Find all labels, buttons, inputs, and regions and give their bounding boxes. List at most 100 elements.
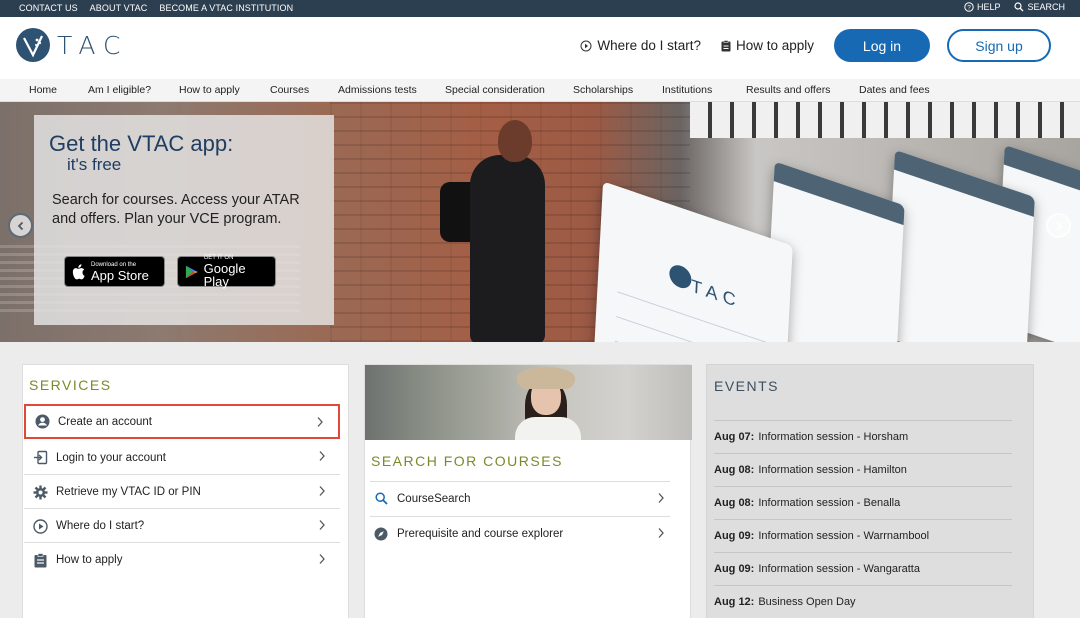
chevron-right-icon — [319, 486, 325, 496]
event-date: Aug 07: — [714, 431, 755, 443]
chevron-right-icon — [1056, 221, 1062, 230]
user-circle-icon — [34, 414, 50, 430]
events-card: EVENTS Aug 07: Information session - Hors… — [706, 364, 1034, 618]
nav-institutions[interactable]: Institutions — [662, 84, 712, 96]
clipboard-icon — [32, 552, 48, 568]
create-account-label: Create an account — [58, 415, 152, 428]
search-label: SEARCH — [1027, 2, 1065, 12]
event-text: Information session - Wangaratta — [758, 563, 920, 575]
login-account-item[interactable]: Login to your account — [24, 440, 340, 475]
search-courses-title: SEARCH FOR COURSES — [371, 453, 563, 469]
search-courses-card: SEARCH FOR COURSES CourseSearch Prerequi… — [364, 364, 692, 618]
nav-am-i-eligible[interactable]: Am I eligible? — [88, 84, 151, 96]
promo-title: Get the VTAC app: — [49, 131, 234, 156]
event-text: Information session - Warrnambool — [758, 530, 930, 542]
event-item[interactable]: Aug 09: Information session - Wangaratta — [714, 552, 1012, 585]
event-date: Aug 09: — [714, 530, 755, 542]
event-item[interactable]: Aug 08: Information session - Benalla — [714, 486, 1012, 519]
event-item[interactable]: Aug 09: Information session - Warrnambool — [714, 519, 1012, 552]
create-account-item[interactable]: Create an account — [24, 404, 340, 439]
become-institution-link[interactable]: BECOME A VTAC INSTITUTION — [159, 3, 293, 13]
signup-button[interactable]: Sign up — [947, 29, 1051, 62]
utility-links: CONTACT US ABOUT VTAC BECOME A VTAC INST… — [19, 3, 293, 13]
how-apply-item[interactable]: How to apply — [24, 542, 340, 577]
search-link[interactable]: SEARCH — [1014, 2, 1065, 12]
how-to-apply-link[interactable]: How to apply — [721, 38, 814, 53]
student-photo — [365, 365, 692, 440]
google-play-button[interactable]: GET IT ON Google Play — [177, 255, 276, 289]
retrieve-id-item[interactable]: Retrieve my VTAC ID or PIN — [24, 474, 340, 509]
contact-us-link[interactable]: CONTACT US — [19, 3, 78, 13]
events-title: EVENTS — [714, 378, 780, 394]
chevron-right-icon — [319, 451, 325, 461]
carousel-prev-button[interactable] — [8, 213, 33, 238]
event-text: Business Open Day — [758, 596, 856, 608]
event-item[interactable]: Aug 12: Business Open Day — [714, 585, 1012, 618]
nav-how-to-apply[interactable]: How to apply — [179, 84, 240, 96]
chevron-right-icon — [319, 520, 325, 530]
clipboard-icon — [721, 39, 731, 51]
gear-icon — [32, 484, 48, 500]
login-account-label: Login to your account — [56, 451, 166, 464]
google-play-icon — [185, 265, 198, 278]
app-store-label: App Store — [91, 267, 149, 283]
prerequisite-explorer-item[interactable]: Prerequisite and course explorer — [370, 516, 670, 550]
coursesearch-item[interactable]: CourseSearch — [370, 481, 670, 515]
nav-dates-fees[interactable]: Dates and fees — [859, 84, 930, 96]
app-promo-panel: Get the VTAC app: it's free Search for c… — [34, 115, 334, 325]
nav-admissions-tests[interactable]: Admissions tests — [338, 84, 417, 96]
play-circle-icon — [580, 40, 592, 51]
chevron-right-icon — [317, 417, 323, 427]
google-play-label: Google Play — [203, 261, 246, 289]
how-to-apply-label: How to apply — [735, 38, 814, 53]
retrieve-id-label: Retrieve my VTAC ID or PIN — [56, 486, 201, 498]
logo-text: TAC — [57, 30, 129, 60]
prerequisite-explorer-label: Prerequisite and course explorer — [397, 527, 564, 540]
awning-background — [690, 102, 1080, 138]
vtac-logo[interactable]: TAC — [15, 27, 128, 63]
search-icon — [373, 491, 389, 507]
event-text: Information session - Hamilton — [758, 464, 907, 476]
hero-person-image — [440, 110, 570, 342]
site-header: TAC Where do I start? How to apply Log i… — [0, 17, 1080, 79]
event-text: Information session - Benalla — [758, 497, 901, 509]
nav-special-consideration[interactable]: Special consideration — [445, 84, 545, 96]
question-circle-icon: ? — [964, 2, 974, 12]
how-apply-item-label: How to apply — [56, 554, 123, 566]
event-item[interactable]: Aug 08: Information session - Hamilton — [714, 453, 1012, 486]
where-start-item[interactable]: Where do I start? — [24, 508, 340, 543]
help-label: HELP — [976, 2, 1001, 12]
help-link[interactable]: ? HELP — [964, 2, 1001, 12]
about-vtac-link[interactable]: ABOUT VTAC — [90, 3, 148, 13]
vtac-logo-mark-icon — [16, 28, 50, 62]
svg-text:?: ? — [967, 5, 971, 12]
nav-scholarships[interactable]: Scholarships — [573, 84, 633, 96]
login-button[interactable]: Log in — [834, 29, 930, 62]
where-start-link[interactable]: Where do I start? — [580, 38, 701, 53]
event-date: Aug 08: — [714, 464, 755, 476]
services-card: SERVICES Create an account Login to your… — [22, 364, 349, 618]
apple-icon — [72, 263, 85, 279]
chevron-right-icon — [658, 493, 664, 503]
chevron-right-icon — [319, 554, 325, 564]
app-store-button[interactable]: Download on the App Store — [64, 256, 165, 287]
app-screenshot-home: TAC — [593, 181, 793, 342]
event-item[interactable]: Aug 07: Information session - Horsham — [714, 420, 1012, 453]
event-date: Aug 09: — [714, 563, 755, 575]
nav-courses[interactable]: Courses — [270, 84, 309, 96]
where-start-item-label: Where do I start? — [56, 520, 145, 532]
nav-results-offers[interactable]: Results and offers — [746, 84, 830, 96]
services-title: SERVICES — [29, 377, 112, 393]
promo-subtitle: it's free — [67, 155, 122, 174]
carousel-next-button[interactable] — [1046, 213, 1071, 238]
play-circle-icon — [32, 518, 48, 534]
event-text: Information session - Horsham — [758, 431, 909, 443]
nav-home[interactable]: Home — [29, 84, 57, 96]
chevron-left-icon — [17, 221, 23, 230]
phone-logo-text: TAC — [690, 275, 742, 312]
utility-bar: CONTACT US ABOUT VTAC BECOME A VTAC INST… — [0, 0, 1080, 17]
login-icon — [32, 450, 48, 466]
coursesearch-label: CourseSearch — [397, 492, 471, 505]
promo-description: Search for courses. Access your ATAR and… — [52, 192, 300, 227]
event-date: Aug 12: — [714, 596, 755, 608]
